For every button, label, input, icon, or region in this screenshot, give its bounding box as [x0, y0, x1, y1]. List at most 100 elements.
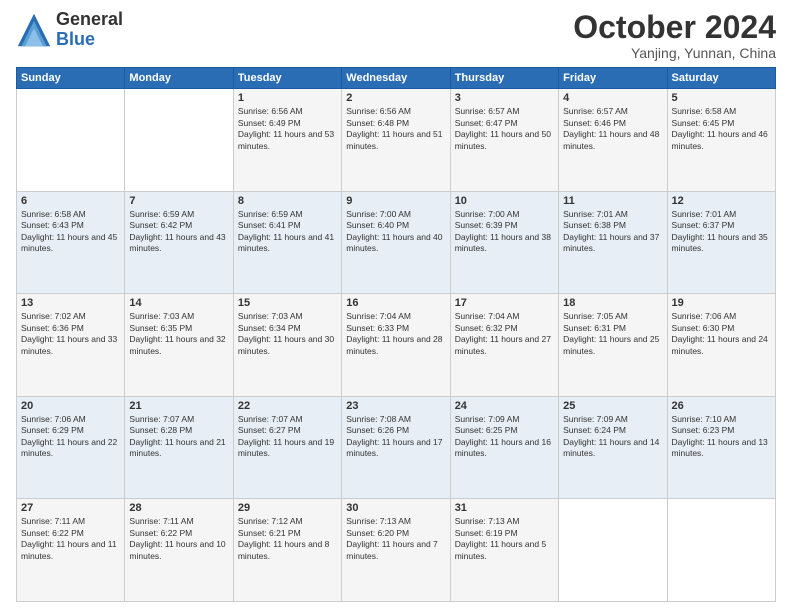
calendar-week-3: 20Sunrise: 7:06 AMSunset: 6:29 PMDayligh…: [17, 396, 776, 499]
daylight-label: Daylight: 11 hours and 43 minutes.: [129, 232, 225, 253]
table-row: 30Sunrise: 7:13 AMSunset: 6:20 PMDayligh…: [342, 499, 450, 602]
logo-blue: Blue: [56, 30, 123, 50]
location: Yanjing, Yunnan, China: [573, 45, 776, 61]
day-info: Sunrise: 7:11 AMSunset: 6:22 PMDaylight:…: [129, 516, 228, 562]
daylight-label: Daylight: 11 hours and 48 minutes.: [563, 129, 659, 150]
sunrise-label: Sunrise: 7:04 AM: [346, 311, 411, 321]
sunset-label: Sunset: 6:42 PM: [129, 220, 192, 230]
sunrise-label: Sunrise: 6:57 AM: [455, 106, 520, 116]
logo-text: General Blue: [56, 10, 123, 50]
day-info: Sunrise: 7:01 AMSunset: 6:38 PMDaylight:…: [563, 209, 662, 255]
table-row: 4 Sunrise: 6:57 AMSunset: 6:46 PMDaylight…: [559, 89, 667, 192]
calendar-week-1: 6 Sunrise: 6:58 AMSunset: 6:43 PM Daylight…: [17, 191, 776, 294]
table-row: 3Sunrise: 6:57 AMSunset: 6:47 PMDaylight…: [450, 89, 558, 192]
daylight-label: Daylight: 11 hours and 28 minutes.: [346, 334, 442, 355]
daylight-label: Daylight: 11 hours and 22 minutes.: [21, 437, 117, 458]
sunset-label: Sunset: 6:24 PM: [563, 425, 626, 435]
sunset-label: Sunset: 6:43 PM: [21, 220, 84, 230]
day-info: Sunrise: 7:11 AMSunset: 6:22 PMDaylight:…: [21, 516, 120, 562]
day-number: 4: [563, 92, 662, 104]
daylight-label: Daylight: 11 hours and 25 minutes.: [563, 334, 659, 355]
day-number: 13: [21, 297, 120, 309]
day-number: 29: [238, 502, 337, 514]
day-info: Sunrise: 7:01 AMSunset: 6:37 PMDaylight:…: [672, 209, 771, 255]
col-sunday: Sunday: [17, 68, 125, 89]
day-info: Sunrise: 7:07 AMSunset: 6:28 PMDaylight:…: [129, 414, 228, 460]
day-number: 23: [346, 400, 445, 412]
day-number: 27: [21, 502, 120, 514]
table-row: 21 Sunrise: 7:07 AMSunset: 6:28 PMDayligh…: [125, 396, 233, 499]
day-number: 6: [21, 195, 120, 207]
sunset-label: Sunset: 6:37 PM: [672, 220, 735, 230]
daylight-label: Daylight: 11 hours and 13 minutes.: [672, 437, 768, 458]
table-row: 11Sunrise: 7:01 AMSunset: 6:38 PMDayligh…: [559, 191, 667, 294]
day-info: Sunrise: 7:02 AMSunset: 6:36 PMDaylight:…: [21, 311, 120, 357]
table-row: 16Sunrise: 7:04 AMSunset: 6:33 PMDayligh…: [342, 294, 450, 397]
sunrise-label: Sunrise: 7:11 AM: [129, 516, 193, 526]
table-row: 31Sunrise: 7:13 AMSunset: 6:19 PMDayligh…: [450, 499, 558, 602]
sunrise-label: Sunrise: 7:03 AM: [238, 311, 303, 321]
day-info: Sunrise: 6:57 AMSunset: 6:46 PMDaylight:…: [563, 106, 662, 152]
day-number: 1: [238, 92, 337, 104]
daylight-label: Daylight: 11 hours and 24 minutes.: [672, 334, 768, 355]
table-row: 1 Sunrise: 6:56 AMSunset: 6:49 PMDaylight…: [233, 89, 341, 192]
sunrise-label: Sunrise: 7:06 AM: [21, 414, 86, 424]
daylight-label: Daylight: 11 hours and 51 minutes.: [346, 129, 442, 150]
table-row: 9Sunrise: 7:00 AMSunset: 6:40 PMDaylight…: [342, 191, 450, 294]
day-number: 19: [672, 297, 771, 309]
sunrise-label: Sunrise: 7:05 AM: [563, 311, 628, 321]
day-number: 12: [672, 195, 771, 207]
table-row: 6Sunrise: 6:58 AMSunset: 6:43 PMDaylight…: [17, 191, 125, 294]
daylight-label: Daylight: 11 hours and 53 minutes.: [238, 129, 334, 150]
sunrise-label: Sunrise: 7:01 AM: [563, 209, 628, 219]
table-row: 15Sunrise: 7:03 AMSunset: 6:34 PMDayligh…: [233, 294, 341, 397]
daylight-label: Daylight: 11 hours and 41 minutes.: [238, 232, 334, 253]
page: General Blue October 2024 Yanjing, Yunna…: [0, 0, 792, 612]
table-row: 23Sunrise: 7:08 AMSunset: 6:26 PMDayligh…: [342, 396, 450, 499]
month-title: October 2024: [573, 10, 776, 45]
day-info: Sunrise: 7:07 AMSunset: 6:27 PMDaylight:…: [238, 414, 337, 460]
calendar-header-row: Sunday Monday Tuesday Wednesday Thursday…: [17, 68, 776, 89]
table-row: 12 Sunrise: 7:01 AMSunset: 6:37 PMDayligh…: [667, 191, 775, 294]
sunset-label: Sunset: 6:45 PM: [672, 118, 735, 128]
day-number: 25: [563, 400, 662, 412]
daylight-label: Daylight: 11 hours and 27 minutes.: [455, 334, 551, 355]
sunrise-label: Sunrise: 7:08 AM: [346, 414, 411, 424]
table-row: 22Sunrise: 7:07 AMSunset: 6:27 PMDayligh…: [233, 396, 341, 499]
sunrise-label: Sunrise: 6:56 AM: [238, 106, 303, 116]
day-number: 26: [672, 400, 771, 412]
sunset-label: Sunset: 6:29 PM: [21, 425, 84, 435]
sunset-label: Sunset: 6:40 PM: [346, 220, 409, 230]
day-info: Sunrise: 7:13 AMSunset: 6:20 PMDaylight:…: [346, 516, 445, 562]
daylight-label: Daylight: 11 hours and 50 minutes.: [455, 129, 551, 150]
daylight-label: Daylight: 11 hours and 40 minutes.: [346, 232, 442, 253]
day-number: 30: [346, 502, 445, 514]
day-info: Sunrise: 6:56 AMSunset: 6:49 PMDaylight:…: [238, 106, 337, 152]
day-info: Sunrise: 7:12 AMSunset: 6:21 PMDaylight:…: [238, 516, 337, 562]
table-row: 26Sunrise: 7:10 AMSunset: 6:23 PMDayligh…: [667, 396, 775, 499]
day-number: 15: [238, 297, 337, 309]
sunset-label: Sunset: 6:41 PM: [238, 220, 301, 230]
day-info: Sunrise: 7:06 AMSunset: 6:30 PMDaylight:…: [672, 311, 771, 357]
header: General Blue October 2024 Yanjing, Yunna…: [16, 10, 776, 61]
sunset-label: Sunset: 6:25 PM: [455, 425, 518, 435]
day-number: 21: [129, 400, 228, 412]
day-number: 14: [129, 297, 228, 309]
day-info: Sunrise: 7:13 AMSunset: 6:19 PMDaylight:…: [455, 516, 554, 562]
sunrise-label: Sunrise: 6:56 AM: [346, 106, 411, 116]
sunset-label: Sunset: 6:28 PM: [129, 425, 192, 435]
table-row: 18Sunrise: 7:05 AMSunset: 6:31 PMDayligh…: [559, 294, 667, 397]
sunset-label: Sunset: 6:20 PM: [346, 528, 409, 538]
sunrise-label: Sunrise: 7:04 AM: [455, 311, 520, 321]
sunrise-label: Sunrise: 6:58 AM: [21, 209, 86, 219]
day-number: 5: [672, 92, 771, 104]
day-number: 10: [455, 195, 554, 207]
day-number: 18: [563, 297, 662, 309]
daylight-label: Daylight: 11 hours and 37 minutes.: [563, 232, 659, 253]
calendar-week-2: 13 Sunrise: 7:02 AMSunset: 6:36 PMDayligh…: [17, 294, 776, 397]
day-info: Sunrise: 7:00 AMSunset: 6:40 PMDaylight:…: [346, 209, 445, 255]
sunrise-label: Sunrise: 7:10 AM: [672, 414, 737, 424]
sunrise-label: Sunrise: 7:13 AM: [346, 516, 411, 526]
table-row: 8Sunrise: 6:59 AMSunset: 6:41 PMDaylight…: [233, 191, 341, 294]
daylight-label: Daylight: 11 hours and 11 minutes.: [21, 539, 117, 560]
